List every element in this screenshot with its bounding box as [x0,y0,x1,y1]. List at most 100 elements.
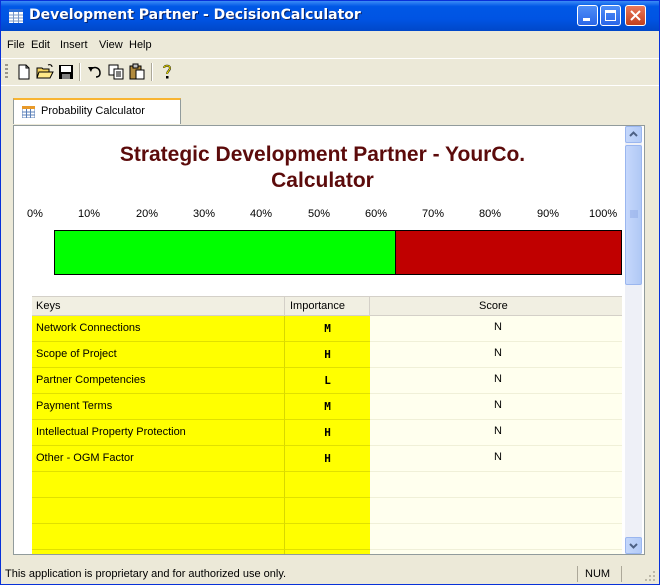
menu-edit[interactable]: Edit [31,39,50,51]
score-cell[interactable]: N [370,342,622,368]
probability-bar [54,230,622,275]
scale-tick: 90% [537,208,560,220]
app-icon [9,9,23,23]
title-bar[interactable]: Development Partner - DecisionCalculator [1,1,659,31]
new-file-icon[interactable] [15,63,33,81]
key-cell[interactable]: Scope of Project [32,342,284,368]
importance-cell[interactable] [284,524,370,550]
maximize-button[interactable] [600,5,621,26]
save-icon[interactable] [57,63,75,81]
key-label: Payment Terms [36,400,113,412]
tab-probability-calculator[interactable]: Probability Calculator [13,98,181,124]
minimize-button[interactable] [577,5,598,26]
probability-bar-negative [394,231,621,274]
toolbar-separator [79,63,81,81]
importance-cell[interactable] [284,550,370,554]
close-button[interactable] [625,5,646,26]
header-score: Score [479,300,508,312]
paste-icon[interactable] [128,63,146,81]
help-icon[interactable] [158,63,176,81]
tab-label: Probability Calculator [41,105,145,117]
table-row[interactable]: Other - OGM Factor H N [32,446,622,472]
window-title: Development Partner - DecisionCalculator [29,7,361,23]
score-value: N [494,373,502,385]
table-row[interactable] [32,550,622,554]
open-folder-icon[interactable] [36,63,54,81]
importance-cell[interactable] [284,498,370,524]
status-bar: This application is proprietary and for … [1,564,659,584]
key-label: Network Connections [36,322,141,334]
importance-value: H [324,452,331,465]
importance-value: L [324,374,331,387]
menu-insert[interactable]: Insert [60,39,88,51]
key-cell[interactable]: Intellectual Property Protection [32,420,284,446]
importance-value: M [324,400,331,413]
key-cell[interactable] [32,524,284,550]
calculator-panel: Strategic Development Partner - YourCo. … [13,125,645,555]
key-cell[interactable]: Partner Competencies [32,368,284,394]
resize-grip-icon[interactable] [643,569,656,582]
importance-cell[interactable]: M [284,394,370,420]
importance-cell[interactable]: H [284,420,370,446]
importance-value: H [324,426,331,439]
table-row[interactable]: Network Connections M N [32,316,622,342]
importance-cell[interactable]: H [284,446,370,472]
key-cell[interactable]: Other - OGM Factor [32,446,284,472]
key-label: Scope of Project [36,348,117,360]
table-row[interactable]: Partner Competencies L N [32,368,622,394]
importance-cell[interactable]: M [284,316,370,342]
importance-cell[interactable]: H [284,342,370,368]
score-value: N [494,399,502,411]
menu-help[interactable]: Help [129,39,152,51]
key-cell[interactable] [32,498,284,524]
probability-bar-positive [55,231,395,274]
score-cell[interactable] [370,524,622,550]
table-row[interactable] [32,498,622,524]
key-label: Other - OGM Factor [36,452,134,464]
table-row[interactable]: Intellectual Property Protection H N [32,420,622,446]
importance-cell[interactable]: L [284,368,370,394]
key-cell[interactable] [32,550,284,554]
score-cell[interactable] [370,498,622,524]
score-cell[interactable] [370,550,622,554]
key-cell[interactable]: Payment Terms [32,394,284,420]
score-cell[interactable]: N [370,394,622,420]
scale-tick: 0% [27,208,43,220]
scale-tick: 80% [479,208,502,220]
scale-tick: 40% [250,208,273,220]
score-cell[interactable]: N [370,446,622,472]
scroll-thumb[interactable] [625,145,642,285]
scroll-up-button[interactable] [625,126,642,143]
scale-tick: 10% [78,208,101,220]
key-cell[interactable]: Network Connections [32,316,284,342]
table-row[interactable]: Payment Terms M N [32,394,622,420]
table-row[interactable]: Scope of Project H N [32,342,622,368]
scroll-down-button[interactable] [625,537,642,554]
scale-tick: 50% [308,208,331,220]
key-label: Intellectual Property Protection [36,426,186,438]
key-cell[interactable] [32,472,284,498]
tab-strip: Probability Calculator [1,85,659,126]
grip-icon [630,210,638,218]
header-importance: Importance [290,300,346,312]
app-window: Development Partner - DecisionCalculator… [0,0,660,585]
menu-file[interactable]: File [7,39,25,51]
vertical-scrollbar[interactable] [625,126,642,554]
copy-icon[interactable] [107,63,125,81]
heading-line1: Strategic Development Partner - YourCo. [119,143,526,166]
menu-view[interactable]: View [99,39,123,51]
score-cell[interactable]: N [370,368,622,394]
score-cell[interactable] [370,472,622,498]
toolbar-grip[interactable] [5,64,8,80]
undo-icon[interactable] [86,63,104,81]
score-value: N [494,347,502,359]
table-row[interactable] [32,524,622,550]
importance-value: H [324,348,331,361]
table-row[interactable] [32,472,622,498]
score-cell[interactable]: N [370,316,622,342]
importance-cell[interactable] [284,472,370,498]
score-cell[interactable]: N [370,420,622,446]
importance-value: M [324,322,331,335]
chevron-down-icon [629,543,638,549]
toolbar-separator [151,63,153,81]
